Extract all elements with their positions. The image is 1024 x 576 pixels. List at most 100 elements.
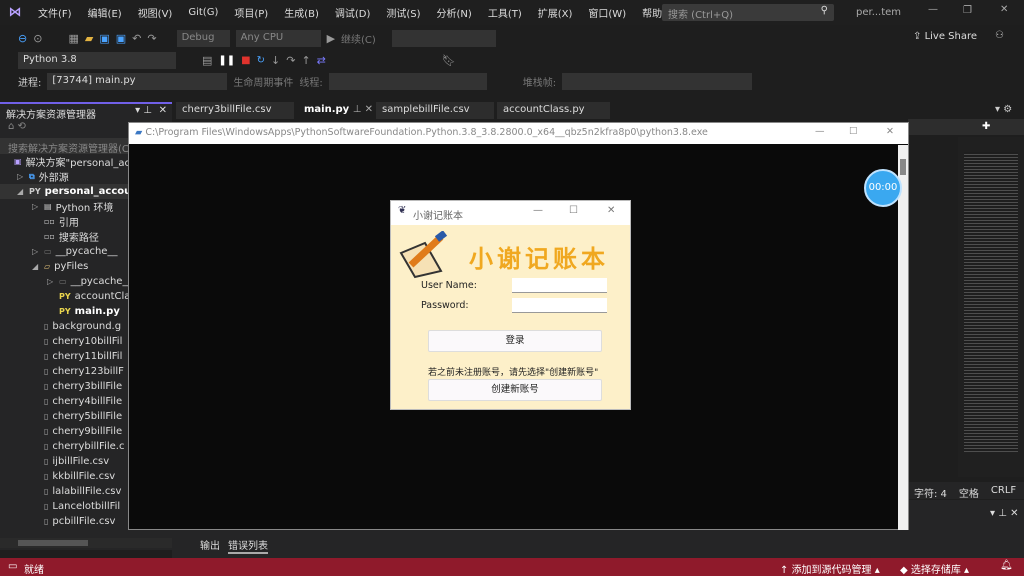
line-ending[interactable]: CRLF bbox=[991, 485, 1016, 496]
close-button[interactable]: ✕ bbox=[1000, 4, 1008, 15]
tree-item[interactable]: PY main.py bbox=[0, 304, 120, 319]
tree-item[interactable]: ▯ cherry3billFile bbox=[0, 379, 122, 394]
tree-item[interactable]: ▯ cherry10billFil bbox=[0, 334, 122, 349]
dialog-maximize-button[interactable]: ☐ bbox=[569, 205, 578, 216]
restore-button[interactable]: ❐ bbox=[963, 5, 972, 16]
recording-timer[interactable]: 00:00 bbox=[864, 169, 902, 207]
hot-reload-icon[interactable]: ⇄ bbox=[317, 54, 326, 67]
menu-tools[interactable]: 工具(T) bbox=[480, 5, 530, 20]
save-icon[interactable]: ▣ bbox=[99, 32, 109, 45]
menu-git[interactable]: Git(G) bbox=[180, 7, 226, 18]
minimize-button[interactable]: — bbox=[928, 4, 938, 15]
create-account-button[interactable]: 创建新账号 bbox=[428, 379, 602, 401]
expand-arrow-icon[interactable]: ◢ bbox=[17, 187, 23, 196]
navigation-bar[interactable] bbox=[908, 119, 1024, 135]
tree-item[interactable]: ▯ cherry9billFile bbox=[0, 424, 122, 439]
sync-icon[interactable]: ⟲ bbox=[18, 121, 26, 132]
tree-item[interactable]: PY accountCla bbox=[0, 289, 130, 304]
tree-item[interactable]: ▫▫ 引用 bbox=[0, 214, 79, 229]
console-close-button[interactable]: ✕ bbox=[886, 126, 894, 137]
tree-item[interactable]: ▯ cherry123billF bbox=[0, 364, 124, 379]
pin-icon[interactable]: ▾ ⊥ bbox=[135, 105, 152, 116]
bookmark-icon[interactable]: 🔖︎ bbox=[442, 54, 456, 67]
username-input[interactable] bbox=[512, 278, 607, 293]
continue-button[interactable]: 继续(C) bbox=[341, 31, 376, 46]
thread-dropdown[interactable] bbox=[328, 72, 487, 90]
console-scrollbar[interactable] bbox=[898, 145, 908, 530]
tab-error-list[interactable]: 错误列表 bbox=[228, 537, 268, 554]
menu-view[interactable]: 视图(V) bbox=[130, 5, 181, 20]
menu-extensions[interactable]: 扩展(X) bbox=[530, 5, 581, 20]
tree-item[interactable]: ▷ ▤ Python 环境 bbox=[0, 199, 113, 214]
tree-item[interactable]: ▯ cherry5billFile bbox=[0, 409, 122, 424]
debug-target-dropdown[interactable] bbox=[391, 29, 496, 47]
undo-icon[interactable]: ↶ bbox=[132, 32, 141, 45]
python-environment-dropdown[interactable]: Python 3.8 bbox=[18, 51, 176, 69]
tree-item[interactable]: ◢ ▱ pyFiles bbox=[0, 259, 88, 274]
tree-item[interactable]: ▯ ijbillFile.csv bbox=[0, 454, 109, 469]
code-area[interactable] bbox=[908, 137, 958, 477]
home-icon[interactable]: ⌂ bbox=[8, 121, 14, 132]
console-maximize-button[interactable]: ☐ bbox=[849, 126, 858, 137]
tree-item[interactable]: ▯ pcbillFile.csv bbox=[0, 514, 115, 529]
new-project-icon[interactable]: ▦ bbox=[68, 32, 78, 45]
redo-icon[interactable]: ↷ bbox=[147, 32, 156, 45]
console-minimize-button[interactable]: — bbox=[815, 126, 825, 137]
menu-build[interactable]: 生成(B) bbox=[276, 5, 327, 20]
horizontal-scrollbar[interactable] bbox=[0, 538, 172, 548]
stack-frame-dropdown[interactable] bbox=[562, 72, 753, 90]
continue-play-icon[interactable]: ▶ bbox=[327, 32, 335, 45]
process-dropdown[interactable]: [73744] main.py bbox=[47, 72, 228, 90]
add-source-control-button[interactable]: ↑ 添加到源代码管理 ▴ bbox=[780, 561, 880, 576]
menu-window[interactable]: 窗口(W) bbox=[580, 5, 634, 20]
stop-icon[interactable]: ■ bbox=[241, 55, 250, 66]
tree-item[interactable]: ◢ PY personal_accoun bbox=[0, 184, 139, 199]
settings-icon[interactable]: ▾ ⚙ bbox=[995, 104, 1012, 115]
dialog-close-button[interactable]: ✕ bbox=[607, 205, 615, 216]
tab-main-py[interactable]: main.py ⊥ ✕ bbox=[298, 102, 374, 119]
tree-item[interactable]: ▷ ▭ __pycache__ bbox=[0, 274, 132, 289]
password-input[interactable] bbox=[512, 298, 607, 313]
tree-item[interactable]: ▯ lalabillFile.csv bbox=[0, 484, 121, 499]
open-folder-icon[interactable]: ▰ bbox=[85, 32, 93, 45]
feedback-icon[interactable]: ⚇ bbox=[995, 30, 1004, 41]
expand-arrow-icon[interactable]: ▷ bbox=[17, 172, 23, 181]
expand-arrow-icon[interactable]: ▷ bbox=[32, 202, 38, 211]
select-repository-button[interactable]: ◆ 选择存储库 ▴ bbox=[900, 561, 969, 576]
lifecycle-events-button[interactable]: 生命周期事件 bbox=[233, 74, 293, 89]
search-input[interactable]: 搜索 (Ctrl+Q) ⚲ bbox=[662, 4, 834, 21]
tree-item[interactable]: ▯ cherry11billFil bbox=[0, 349, 122, 364]
panel-pin-icon[interactable]: ▾ ⊥ ✕ bbox=[990, 508, 1018, 519]
menu-analyze[interactable]: 分析(N) bbox=[429, 5, 480, 20]
expand-arrow-icon[interactable]: ▷ bbox=[47, 277, 53, 286]
close-panel-icon[interactable]: ✕ bbox=[159, 105, 167, 116]
tab-samplebillfile[interactable]: samplebillFile.csv bbox=[376, 102, 494, 119]
tree-item[interactable]: ▷ ▭ __pycache__ bbox=[0, 244, 117, 259]
tree-item[interactable]: ▯ kkbillFile.csv bbox=[0, 469, 115, 484]
step-out-icon[interactable]: ↑ bbox=[301, 54, 310, 67]
menu-debug[interactable]: 调试(D) bbox=[327, 5, 379, 20]
tree-item[interactable]: ▣ 解决方案"personal_ac bbox=[0, 154, 130, 169]
tab-cherry3billfile[interactable]: cherry3billFile.csv bbox=[176, 102, 294, 119]
step-over-icon[interactable]: ↷ bbox=[286, 54, 295, 67]
login-button[interactable]: 登录 bbox=[428, 330, 602, 352]
expand-arrow-icon[interactable]: ▷ bbox=[32, 247, 38, 256]
live-share-button[interactable]: ⇪ Live Share bbox=[913, 31, 977, 42]
save-all-icon[interactable]: ▣ bbox=[116, 32, 126, 45]
minimap[interactable] bbox=[958, 137, 1024, 477]
menu-test[interactable]: 测试(S) bbox=[378, 5, 428, 20]
configuration-dropdown[interactable]: Debug bbox=[176, 29, 230, 47]
tab-close-icon[interactable]: ⊥ ✕ bbox=[353, 104, 373, 115]
tree-item[interactable]: ▫▫ 搜索路径 bbox=[0, 229, 99, 244]
tab-output[interactable]: 输出 bbox=[200, 537, 220, 554]
tab-accountclass[interactable]: accountClass.py bbox=[497, 102, 610, 119]
expand-arrow-icon[interactable]: ◢ bbox=[32, 262, 38, 271]
restart-icon[interactable]: ↻ bbox=[257, 55, 265, 66]
menu-edit[interactable]: 编辑(E) bbox=[80, 5, 130, 20]
indentation[interactable]: 空格 bbox=[959, 485, 979, 500]
menu-project[interactable]: 项目(P) bbox=[226, 5, 276, 20]
tree-item[interactable]: ▯ background.g bbox=[0, 319, 121, 334]
split-icon[interactable]: ✚ bbox=[982, 121, 990, 132]
tree-item[interactable]: ▯ LancelotbillFil bbox=[0, 499, 120, 514]
notifications-bell-icon[interactable]: 🔔︎ bbox=[1000, 560, 1013, 571]
